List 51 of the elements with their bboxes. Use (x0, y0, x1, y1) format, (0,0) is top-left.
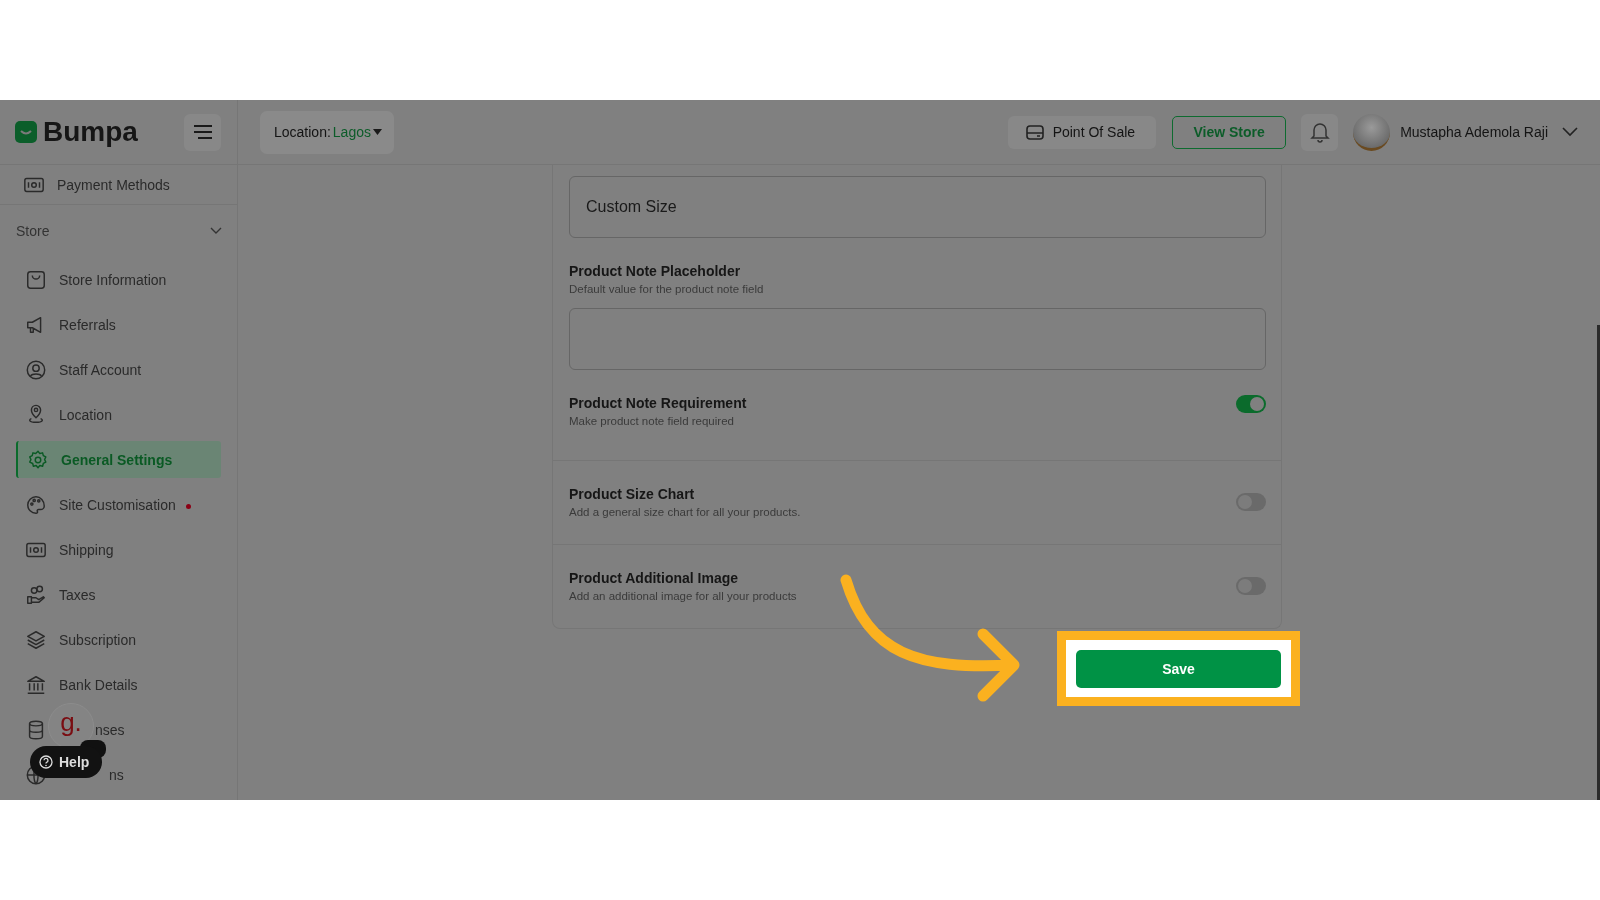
chevron-down-icon[interactable] (1562, 127, 1578, 137)
point-of-sale-button[interactable]: Point Of Sale (1007, 115, 1157, 149)
setting-description: Default value for the product note field (569, 283, 765, 295)
input-field[interactable] (569, 308, 1266, 370)
sidebar-item[interactable]: Subscription (59, 631, 137, 648)
sidebar-item[interactable]: Shipping (59, 541, 114, 558)
setting-title: Product Size Chart (569, 486, 696, 502)
setting-title: Product Note Placeholder (569, 263, 742, 279)
logo-icon (15, 121, 37, 143)
setting-description: Make product note field required (569, 415, 735, 427)
save-button[interactable]: Save (1076, 650, 1281, 688)
caret-icon (373, 129, 382, 135)
toggle-switch[interactable] (1236, 395, 1266, 413)
settings-icon (27, 448, 49, 471)
menu-button[interactable] (184, 113, 221, 151)
question-icon (39, 755, 53, 769)
notification-bell-icon[interactable] (1301, 113, 1339, 151)
sidebar-item[interactable]: nses (95, 721, 125, 738)
setting-description: Add a general size chart for all your products. (569, 506, 801, 518)
setting-title: Product Note Requirement (569, 395, 747, 411)
view-store-button[interactable]: View Store (1172, 115, 1287, 149)
sidebar-item[interactable]: Staff Account (59, 361, 142, 378)
hand-coins-icon (25, 583, 47, 606)
scrollbar-thumb[interactable] (1597, 325, 1600, 800)
sidebar-item[interactable]: Referrals (59, 316, 116, 333)
setting-title: Product Additional Image (569, 570, 740, 586)
location-selector[interactable]: Location:Lagos (260, 110, 394, 154)
layers-icon (25, 628, 47, 651)
sidebar-item[interactable]: ns (109, 766, 124, 783)
avatar[interactable] (1353, 113, 1391, 151)
sidebar-item[interactable]: Taxes (59, 586, 96, 603)
user-name[interactable]: Mustapha Ademola Raji (1400, 124, 1548, 140)
help-button[interactable]: Help (30, 746, 102, 778)
chat-widget-logo[interactable]: g. (48, 703, 94, 749)
input-field[interactable]: Custom Size (569, 176, 1266, 238)
sidebar-item[interactable]: Store Information (59, 271, 167, 288)
palette-icon (25, 493, 47, 516)
sidebar-item[interactable]: Bank Details (59, 676, 138, 693)
sidebar-item[interactable]: Site Customisation (59, 496, 176, 513)
card-icon (1025, 124, 1044, 140)
user-icon (25, 358, 47, 381)
sidebar-item[interactable]: General Settings (16, 441, 221, 478)
menu-icon (192, 124, 213, 140)
chevron-icon[interactable] (210, 227, 222, 235)
sidebar-item[interactable]: Payment Methods (57, 176, 170, 193)
setting-description: Add an additional image for all your products (569, 590, 797, 602)
sidebar-item[interactable]: Location (59, 406, 112, 423)
bank-icon (25, 673, 47, 696)
logo-text: Bumpa (43, 116, 138, 148)
shopping-bag-icon (25, 268, 47, 291)
section-title[interactable]: Store (16, 223, 50, 239)
